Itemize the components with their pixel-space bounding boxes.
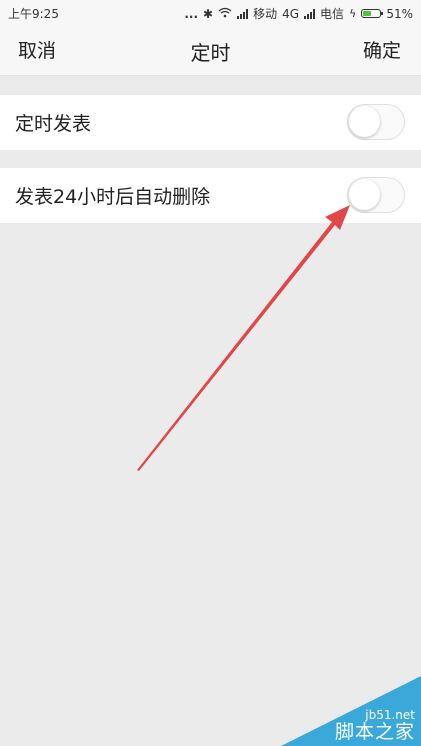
status-bar: 上午9:25 ... ✱ 移动 4G 电信 ϟ 51% <box>0 0 421 24</box>
more-dots: ... <box>184 6 199 21</box>
watermark: jb51.net 脚本之家 <box>261 666 421 746</box>
confirm-button[interactable]: 确定 <box>363 36 401 63</box>
setting-label: 定时发表 <box>15 113 92 135</box>
auto-delete-toggle[interactable] <box>347 177 405 213</box>
page-title: 定时 <box>190 41 231 65</box>
carrier1: 移动 <box>253 7 278 21</box>
signal-icon-2 <box>304 8 316 19</box>
scheduled-publish-toggle[interactable] <box>347 104 405 140</box>
setting-label: 发表24小时后自动删除 <box>15 186 211 208</box>
carrier2: 电信 <box>320 7 345 21</box>
toggle-knob <box>349 179 380 210</box>
arrow-shape <box>137 205 350 471</box>
signal-icon <box>237 8 249 19</box>
status-icons: ... ✱ 移动 4G 电信 ϟ 51% <box>184 5 413 22</box>
battery-percent: 51% <box>386 6 413 21</box>
wifi-icon <box>218 7 232 21</box>
charging-icon: ϟ <box>349 7 357 20</box>
status-time: 上午9:25 <box>8 7 59 21</box>
network-type: 4G <box>282 6 300 21</box>
toggle-knob <box>349 106 380 137</box>
setting-row-scheduled-publish[interactable]: 定时发表 <box>0 95 421 150</box>
bluetooth-icon: ✱ <box>203 6 214 21</box>
setting-row-auto-delete[interactable]: 发表24小时后自动删除 <box>0 168 421 223</box>
nav-bar: 取消 定时 确定 <box>0 24 421 76</box>
watermark-text: 脚本之家 <box>334 721 415 743</box>
battery-icon <box>361 9 384 18</box>
